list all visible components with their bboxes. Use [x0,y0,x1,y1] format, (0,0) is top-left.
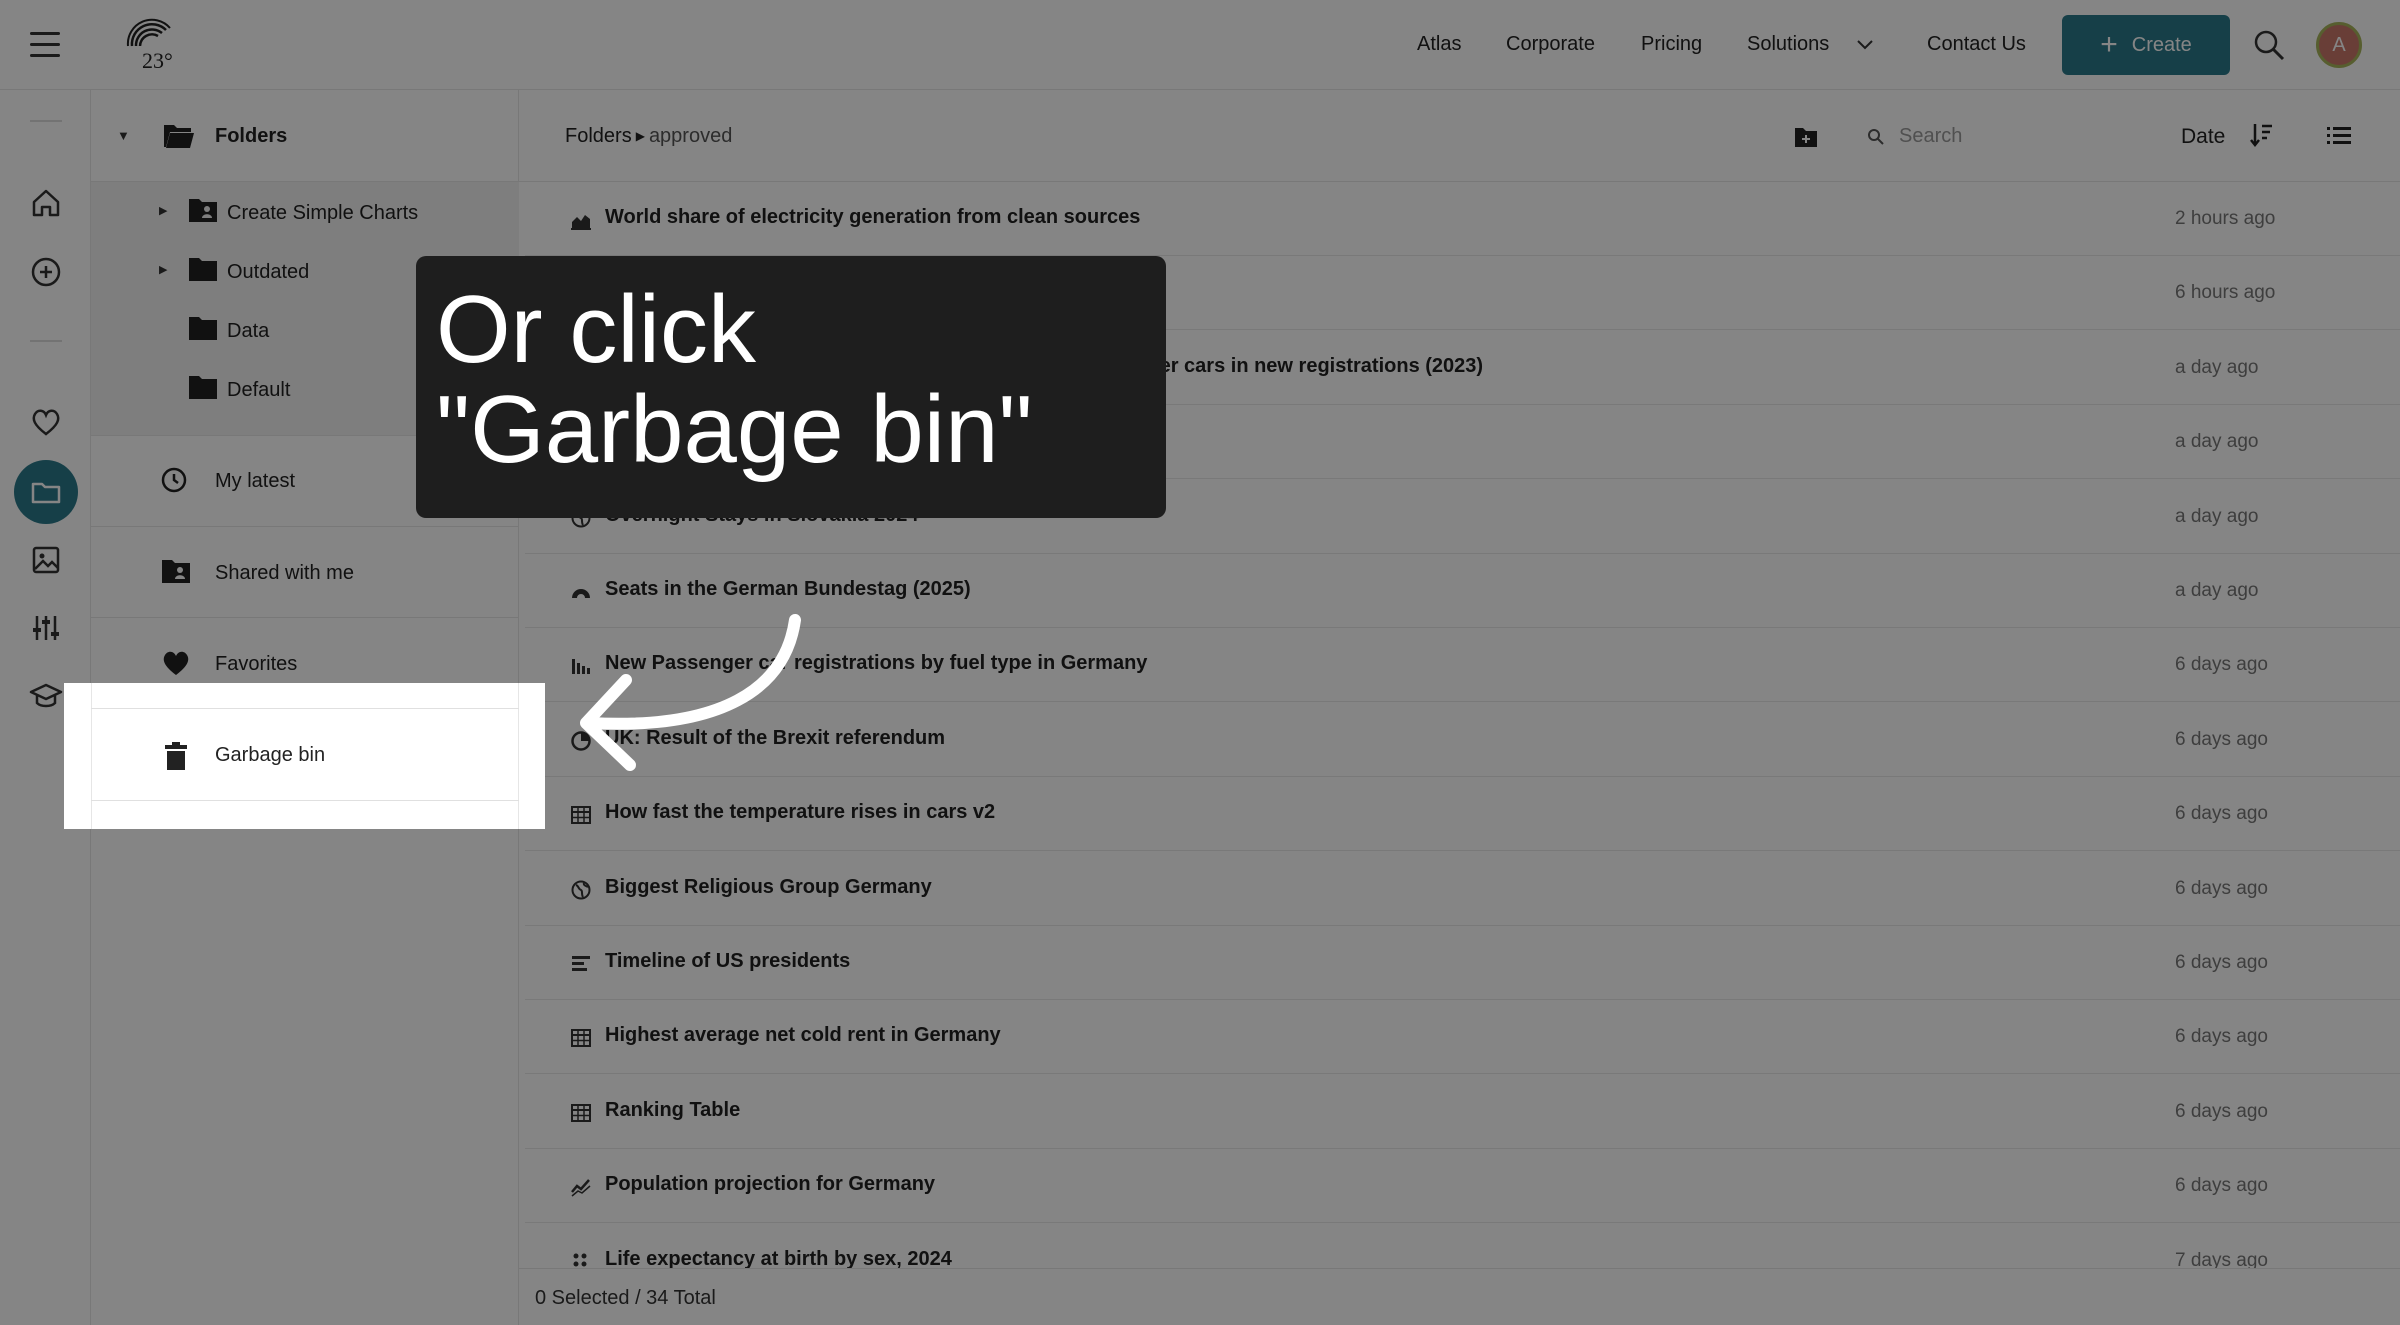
section-label-garbage-bin: Garbage bin [215,744,326,766]
divider [91,708,519,709]
divider [91,683,92,829]
pointer-arrow-icon [580,614,801,771]
divider [518,683,519,829]
tutorial-tooltip: Or click "Garbage bin" [416,256,1166,518]
divider [91,800,519,801]
highlight-garbage-bin[interactable]: Garbage bin [64,683,545,829]
tooltip-line-2: "Garbage bin" [436,376,1033,483]
tutorial-overlay [0,0,2400,1325]
tooltip-line-1: Or click [436,276,756,383]
trash-icon [165,742,187,770]
